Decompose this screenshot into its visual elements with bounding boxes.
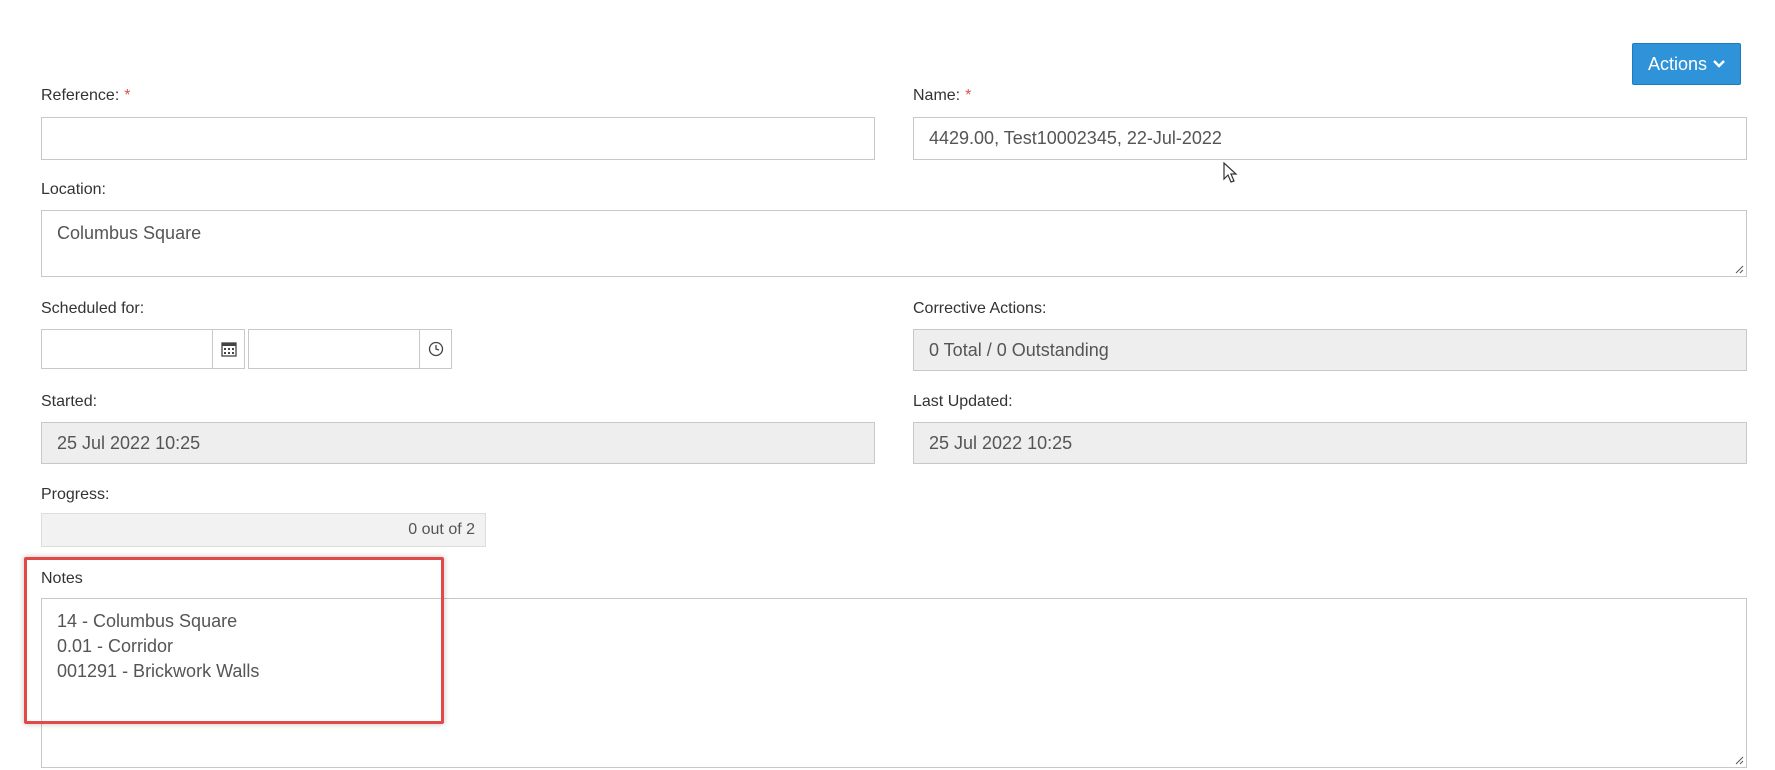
resize-grip-icon[interactable] xyxy=(1734,755,1744,765)
progress-value: 0 out of 2 xyxy=(408,521,475,538)
date-picker-button[interactable] xyxy=(212,329,245,369)
corrective-actions-label: Corrective Actions: xyxy=(913,300,1047,317)
required-marker: * xyxy=(124,87,131,104)
last-updated-field: 25 Jul 2022 10:25 xyxy=(913,422,1747,464)
last-updated-value: 25 Jul 2022 10:25 xyxy=(929,432,1073,453)
actions-button-label: Actions xyxy=(1647,53,1708,74)
calendar-icon xyxy=(220,342,237,357)
scheduled-for-label: Scheduled for: xyxy=(41,300,145,317)
time-picker-button[interactable] xyxy=(419,329,452,369)
started-field: 25 Jul 2022 10:25 xyxy=(41,422,875,464)
actions-button[interactable]: Actions xyxy=(1632,43,1741,85)
reference-label: Reference: * xyxy=(41,87,131,104)
reference-input[interactable] xyxy=(41,117,875,160)
resize-grip-icon[interactable] xyxy=(1734,264,1744,274)
corrective-actions-field: 0 Total / 0 Outstanding xyxy=(913,329,1747,371)
location-label: Location: xyxy=(41,181,106,198)
started-value: 25 Jul 2022 10:25 xyxy=(57,432,201,453)
scheduled-time-input[interactable] xyxy=(248,329,420,369)
required-marker: * xyxy=(965,87,972,104)
location-value: Columbus Square xyxy=(57,223,202,243)
progress-label: Progress: xyxy=(41,486,110,503)
scheduled-date-input[interactable] xyxy=(41,329,213,369)
progress-bar: 0 out of 2 xyxy=(41,513,486,547)
name-label: Name: * xyxy=(913,87,972,104)
clock-icon xyxy=(428,341,443,357)
highlight-box xyxy=(24,557,444,724)
corrective-actions-value: 0 Total / 0 Outstanding xyxy=(929,339,1109,360)
location-textarea[interactable]: Columbus Square xyxy=(41,210,1747,277)
mouse-cursor-icon xyxy=(1223,162,1238,183)
name-input[interactable]: 4429.00, Test10002345, 22-Jul-2022 xyxy=(913,117,1747,160)
chevron-down-icon xyxy=(1713,60,1725,68)
name-value: 4429.00, Test10002345, 22-Jul-2022 xyxy=(929,128,1222,148)
started-label: Started: xyxy=(41,393,98,410)
last-updated-label: Last Updated: xyxy=(913,393,1013,410)
